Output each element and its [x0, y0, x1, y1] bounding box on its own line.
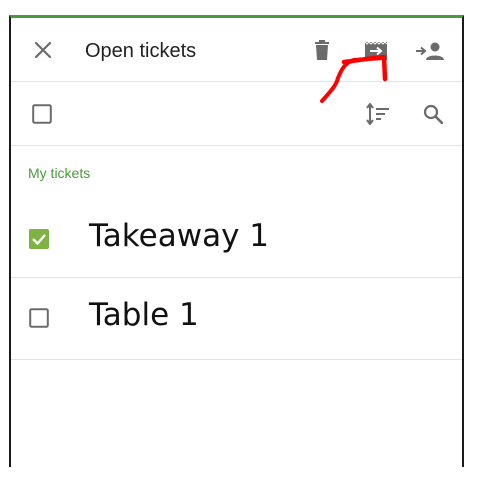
list-toolbar: [11, 82, 462, 146]
section-header: My tickets: [28, 165, 91, 181]
select-all-checkbox[interactable]: [31, 103, 53, 125]
ticket-label: Takeaway 1: [89, 218, 269, 254]
top-toolbar: Open tickets: [11, 18, 462, 82]
ticket-row[interactable]: Table 1: [11, 280, 462, 360]
sort-icon[interactable]: [365, 102, 391, 126]
ticket-row[interactable]: Takeaway 1: [11, 198, 462, 278]
page-title: Open tickets: [85, 40, 197, 62]
search-icon[interactable]: [421, 102, 445, 126]
app-window: Open tickets My tickets Takeaway 1 Table…: [9, 15, 464, 467]
move-ticket-icon[interactable]: [363, 39, 389, 63]
ticket-label: Table 1: [89, 297, 199, 333]
checkbox-unchecked[interactable]: [29, 308, 49, 328]
assign-user-icon[interactable]: [414, 39, 446, 63]
trash-icon[interactable]: [311, 38, 333, 62]
close-icon[interactable]: [29, 36, 57, 64]
checkbox-checked[interactable]: [29, 229, 49, 249]
